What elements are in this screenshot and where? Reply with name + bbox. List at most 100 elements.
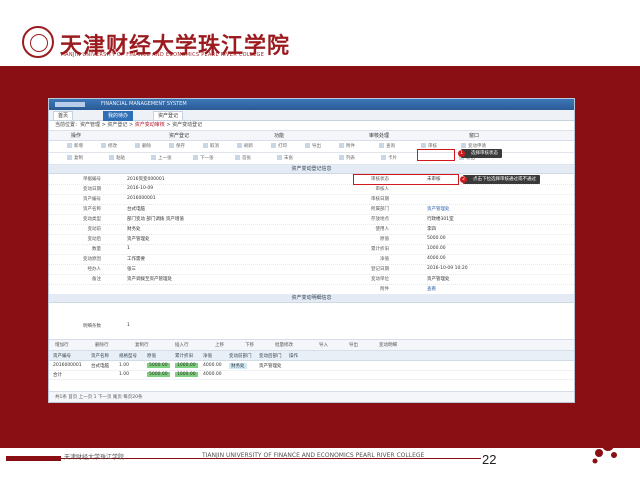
grid-batch-edit-button[interactable]: 批量修改 [275,342,293,348]
tool-export[interactable]: 导出 [305,143,321,150]
attachment-icon [339,143,344,148]
pager: 共1条 首页 上一页 1 下一页 尾页 每页20条 [49,391,574,402]
net-value[interactable]: 4000.00 [427,256,446,261]
tool-print[interactable]: 打印 [271,143,287,150]
grid-detail-button[interactable]: 变动明细 [379,342,397,348]
grid-copy-row-button[interactable]: 复制行 [135,342,149,348]
tool-query[interactable]: 查询 [379,143,395,150]
after-value[interactable]: 资产管理处 [127,236,150,242]
col-original[interactable]: 原值 [147,353,156,359]
breadcrumb-current[interactable]: 资产变动审核 [135,122,165,128]
tool-attach[interactable]: 附件 [339,143,355,150]
delete-icon [135,143,140,148]
grid-import-button[interactable]: 导入 [319,342,328,348]
copy-icon [67,155,72,160]
audit-highlight-box [417,149,455,161]
grid-add-row-button[interactable]: 增加行 [55,342,69,348]
menu-function[interactable]: 功能 [274,132,284,139]
tool-last[interactable]: 末张 [277,155,293,162]
menu-operate[interactable]: 操作 [71,132,81,139]
cancel-icon [203,143,208,148]
change-date-value[interactable]: 2016-10-09 [127,186,153,191]
detail-count-label: 明细条数 [83,324,101,329]
tool-add[interactable]: 新增 [67,143,83,150]
tool-refresh[interactable]: 刷新 [237,143,253,150]
field-label: 审核日期 [371,197,389,202]
menu-asset[interactable]: 资产登记 [169,132,189,139]
tab-asset-register[interactable]: 资产登记 [153,111,184,121]
menu-audit[interactable]: 审核处理 [369,132,389,139]
table-row[interactable]: 合计 1.00 5000.00 1000.00 4000.00 [49,370,574,380]
grid-move-up-button[interactable]: 上移 [215,342,224,348]
tool-paste[interactable]: 粘贴 [109,155,125,162]
step-2-badge: 2 [460,176,467,183]
field-label: 存放地点 [371,217,389,222]
decorative-dots-icon [592,437,619,464]
change-unit-value[interactable]: 资产管理处 [427,276,450,282]
tool-edit[interactable]: 修改 [101,143,117,150]
col-spec[interactable]: 规格型号 [119,353,137,359]
col-asset-no[interactable]: 资产编号 [53,353,71,359]
pager-controls[interactable]: 共1条 首页 上一页 1 下一页 尾页 每页20条 [55,394,143,400]
tool-card[interactable]: 卡片 [381,155,397,162]
field-label: 登记日期 [371,267,389,272]
col-net[interactable]: 净值 [203,353,212,359]
attachment-link[interactable]: 查看 [427,286,436,292]
col-actions[interactable]: 操作 [289,353,298,359]
detail-count-row: 明细条数 1 [49,321,574,331]
cell: 财务处 [229,363,247,369]
tool-first[interactable]: 首张 [235,155,251,162]
last-icon [277,155,282,160]
menu-window[interactable]: 窗口 [469,132,479,139]
department-value[interactable]: 资产管理处 [427,206,450,212]
tool-list[interactable]: 列表 [339,155,355,162]
callout-select-audit: 1 选择审核状态 [458,149,502,158]
handler-value[interactable]: 张三 [127,266,136,272]
cell: 台式电脑 [91,364,109,369]
field-label: 变动单位 [371,277,389,282]
grid-insert-row-button[interactable]: 插入行 [175,342,189,348]
col-before-dept[interactable]: 变动前部门 [229,353,252,359]
field-label: 变动后 [87,237,102,242]
original-value[interactable]: 5000.00 [427,236,446,241]
cell: 资产管理处 [259,364,282,369]
callout-1-text: 选择审核状态 [471,151,498,156]
tool-cancel[interactable]: 取消 [203,143,219,150]
change-type-options[interactable]: 部门变动 部门调拨 资产增值 [127,216,184,222]
depreciation-value[interactable]: 1000.00 [427,246,446,251]
col-after-dept[interactable]: 变动后部门 [259,353,282,359]
tool-next[interactable]: 下一张 [193,155,214,162]
asset-no-value[interactable]: 2016000001 [127,196,156,201]
grid-header: 资产编号 资产名称 规格型号 原值 累计折旧 净值 变动前部门 变动后部门 操作 [49,351,574,361]
page-number: 22 [482,452,497,467]
field-label: 单据编号 [83,177,101,182]
field-label: 变动日期 [83,187,101,192]
grid-move-down-button[interactable]: 下移 [245,342,254,348]
paste-icon [109,155,114,160]
export-icon [305,143,310,148]
cell: 1.00 [119,363,130,368]
asset-name-value[interactable]: 台式电脑 [127,206,145,212]
detail-count-value[interactable]: 1 [127,323,130,328]
tab-home[interactable]: 首页 [53,111,74,121]
tool-prev[interactable]: 上一张 [151,155,172,162]
location-value[interactable]: 行政楼301室 [427,216,454,222]
reason-value[interactable]: 工作需要 [127,256,145,262]
app-title: FINANCIAL MANAGEMENT SYSTEM [101,101,187,107]
audit-icon [421,143,426,148]
grid-delete-row-button[interactable]: 删除行 [95,342,109,348]
tool-save[interactable]: 保存 [169,143,185,150]
grid-export-button[interactable]: 导出 [349,342,358,348]
before-value[interactable]: 财务处 [127,226,141,232]
col-depreciation[interactable]: 累计折旧 [175,353,193,359]
user-value[interactable]: 李四 [427,226,436,232]
col-asset-name[interactable]: 资产名称 [91,353,109,359]
remark-value[interactable]: 资产调拨至资产管理处 [127,276,172,282]
doc-no-value[interactable]: 2016资变000001 [127,176,165,182]
tab-todo[interactable]: 我的待办 [103,111,134,121]
tool-delete[interactable]: 删除 [135,143,151,150]
quantity-value[interactable]: 1 [127,246,130,251]
register-date-value[interactable]: 2016-10-09 10:20 [427,266,468,271]
cell: 4000.00 [203,363,222,368]
tool-copy[interactable]: 复制 [67,155,83,162]
